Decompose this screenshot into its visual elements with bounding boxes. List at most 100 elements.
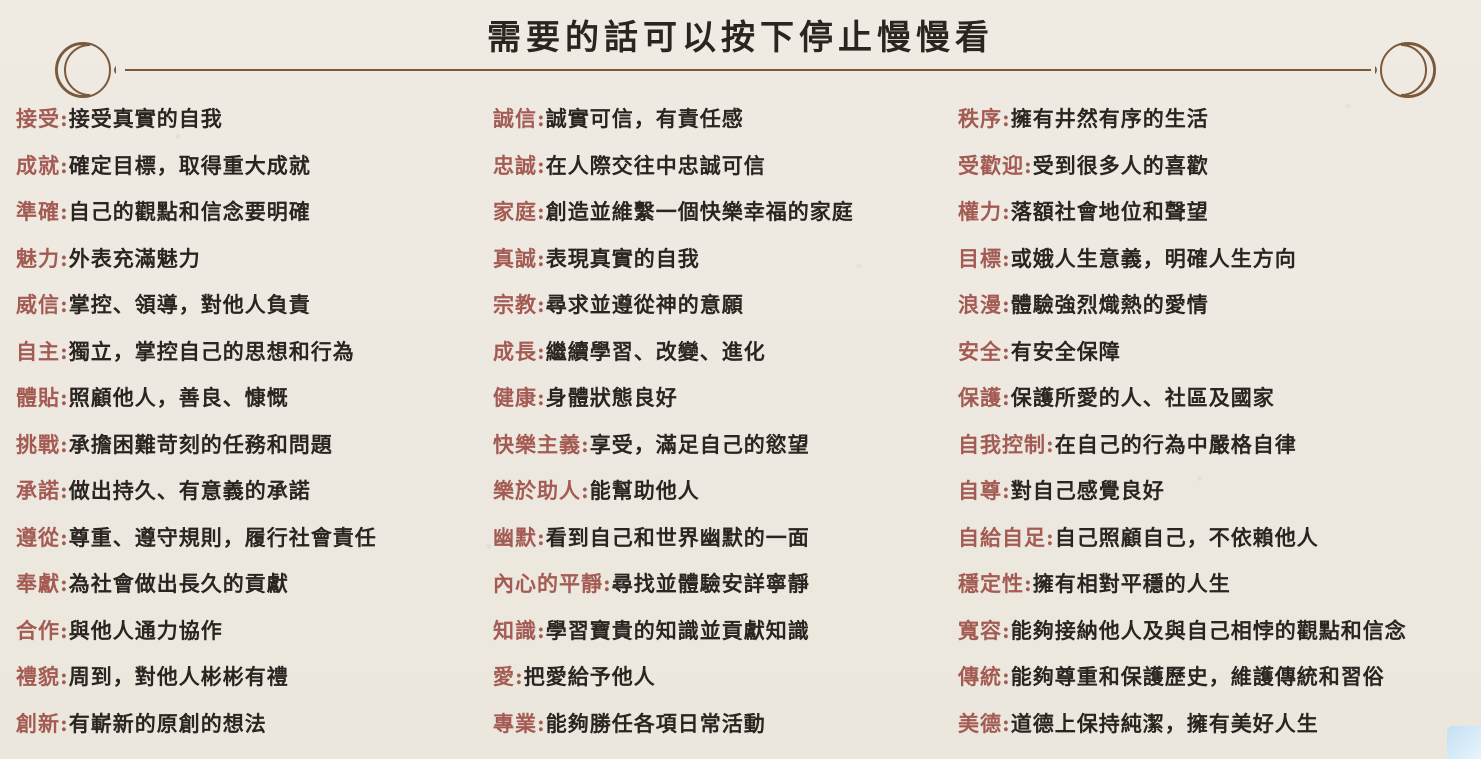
term-separator: :	[1046, 431, 1055, 457]
term-separator: :	[537, 292, 546, 318]
value-term: 成長	[493, 338, 537, 364]
term-separator: :	[537, 524, 546, 550]
value-item: 傳統: 能夠尊重和保護歷史，維護傳統和習俗	[958, 654, 1407, 701]
value-item: 幽默: 看到自己和世界幽默的一面	[493, 515, 854, 562]
value-item: 真誠: 表現真實的自我	[493, 236, 854, 283]
value-item: 快樂主義: 享受，滿足自己的慾望	[493, 422, 854, 469]
term-separator: :	[60, 199, 69, 225]
value-description: 在自己的行為中嚴格自律	[1054, 431, 1297, 457]
value-term: 內心的平靜	[493, 571, 603, 597]
value-item: 接受: 接受真實的自我	[16, 96, 377, 143]
value-item: 健康: 身體狀態良好	[493, 375, 854, 422]
term-separator: :	[60, 385, 69, 411]
term-separator: :	[537, 152, 546, 178]
value-description: 照顧他人，善良、慷慨	[68, 385, 289, 411]
value-term: 忠誠	[493, 152, 537, 178]
value-description: 繼續學習、改變、進化	[545, 338, 766, 364]
value-term: 自給自足	[958, 524, 1046, 550]
value-term: 自主	[16, 338, 60, 364]
ornament-divider	[125, 69, 1371, 71]
value-term: 愛	[493, 664, 515, 690]
value-description: 保護所愛的人、社區及國家	[1010, 385, 1275, 411]
value-description: 能幫助他人	[589, 478, 700, 504]
term-separator: :	[537, 385, 546, 411]
term-separator: :	[1002, 106, 1011, 132]
value-description: 擁有相對平穩的人生	[1032, 571, 1231, 597]
crescent-moon-icon	[1375, 42, 1436, 98]
value-item: 自我控制: 在自己的行為中嚴格自律	[958, 422, 1407, 469]
value-item: 創新: 有嶄新的原創的想法	[16, 701, 377, 748]
value-term: 奉獻	[16, 571, 60, 597]
term-separator: :	[60, 152, 69, 178]
term-separator: :	[60, 338, 69, 364]
value-term: 魅力	[16, 245, 60, 271]
value-description: 誠實可信，有責任感	[545, 106, 744, 132]
value-item: 保護: 保護所愛的人、社區及國家	[958, 375, 1407, 422]
header: 需要的話可以按下停止慢慢看	[0, 0, 1481, 100]
value-item: 知識: 學習寶貴的知識並貢獻知識	[493, 608, 854, 655]
value-term: 合作	[16, 617, 60, 643]
value-term: 寬容	[958, 617, 1002, 643]
value-term: 成就	[16, 152, 60, 178]
value-description: 為社會做出長久的貢獻	[68, 571, 289, 597]
value-item: 忠誠: 在人際交往中忠誠可信	[493, 143, 854, 190]
value-description: 尋求並遵從神的意願	[545, 292, 744, 318]
term-separator: :	[603, 571, 612, 597]
term-separator: :	[1002, 292, 1011, 318]
term-separator: :	[60, 245, 69, 271]
value-description: 尋找並體驗安詳寧靜	[611, 571, 810, 597]
value-term: 受歡迎	[958, 152, 1024, 178]
value-description: 承擔困難苛刻的任務和問題	[68, 431, 333, 457]
values-list: 接受: 接受真實的自我 成就: 確定目標，取得重大成就 準確: 自己的觀點和信念要明確 魅力…	[0, 96, 1481, 746]
term-separator: :	[1002, 617, 1011, 643]
value-description: 擁有井然有序的生活	[1010, 106, 1209, 132]
value-term: 接受	[16, 106, 60, 132]
value-term: 遵從	[16, 524, 60, 550]
value-item: 權力: 落額社會地位和聲望	[958, 189, 1407, 236]
value-term: 快樂主義	[493, 431, 581, 457]
value-item: 專業: 能夠勝任各項日常活動	[493, 701, 854, 748]
value-item: 挑戰: 承擔困難苛刻的任務和問題	[16, 422, 377, 469]
value-description: 掌控、領導，對他人負責	[68, 292, 311, 318]
value-item: 準確: 自己的觀點和信念要明確	[16, 189, 377, 236]
value-description: 能夠尊重和保護歷史，維護傳統和習俗	[1010, 664, 1385, 690]
value-term: 宗教	[493, 292, 537, 318]
value-item: 浪漫: 體驗強烈熾熱的愛情	[958, 282, 1407, 329]
term-separator: :	[1002, 664, 1011, 690]
value-item: 樂於助人: 能幫助他人	[493, 468, 854, 515]
value-description: 接受真實的自我	[68, 106, 223, 132]
value-item: 宗教: 尋求並遵從神的意願	[493, 282, 854, 329]
term-separator: :	[60, 478, 69, 504]
value-term: 安全	[958, 338, 1002, 364]
value-term: 知識	[493, 617, 537, 643]
value-item: 愛: 把愛給予他人	[493, 654, 854, 701]
values-column-1: 接受: 接受真實的自我 成就: 確定目標，取得重大成就 準確: 自己的觀點和信念要明確 魅力…	[16, 96, 377, 747]
value-item: 美德: 道德上保持純潔，擁有美好人生	[958, 701, 1407, 748]
value-item: 魅力: 外表充滿魅力	[16, 236, 377, 283]
term-separator: :	[537, 199, 546, 225]
value-term: 保護	[958, 385, 1002, 411]
value-term: 傳統	[958, 664, 1002, 690]
term-separator: :	[1002, 478, 1011, 504]
value-term: 權力	[958, 199, 1002, 225]
term-separator: :	[60, 710, 69, 736]
value-item: 承諾: 做出持久、有意義的承諾	[16, 468, 377, 515]
value-description: 或娥人生意義，明確人生方向	[1010, 245, 1297, 271]
value-description: 表現真實的自我	[545, 245, 700, 271]
value-item: 誠信: 誠實可信，有責任感	[493, 96, 854, 143]
values-column-2: 誠信: 誠實可信，有責任感 忠誠: 在人際交往中忠誠可信 家庭: 創造並維繫一個快樂幸福的…	[493, 96, 854, 747]
value-term: 承諾	[16, 478, 60, 504]
value-description: 自己的觀點和信念要明確	[68, 199, 311, 225]
value-term: 幽默	[493, 524, 537, 550]
value-term: 美德	[958, 710, 1002, 736]
value-term: 體貼	[16, 385, 60, 411]
value-description: 看到自己和世界幽默的一面	[545, 524, 810, 550]
value-description: 做出持久、有意義的承諾	[68, 478, 311, 504]
value-item: 自尊: 對自己感覺良好	[958, 468, 1407, 515]
value-description: 有安全保障	[1010, 338, 1121, 364]
value-description: 尊重、遵守規則，履行社會責任	[68, 524, 377, 550]
value-description: 體驗強烈熾熱的愛情	[1010, 292, 1209, 318]
value-description: 有嶄新的原創的想法	[68, 710, 267, 736]
value-item: 寬容: 能夠接納他人及與自己相悖的觀點和信念	[958, 608, 1407, 655]
value-item: 成就: 確定目標，取得重大成就	[16, 143, 377, 190]
